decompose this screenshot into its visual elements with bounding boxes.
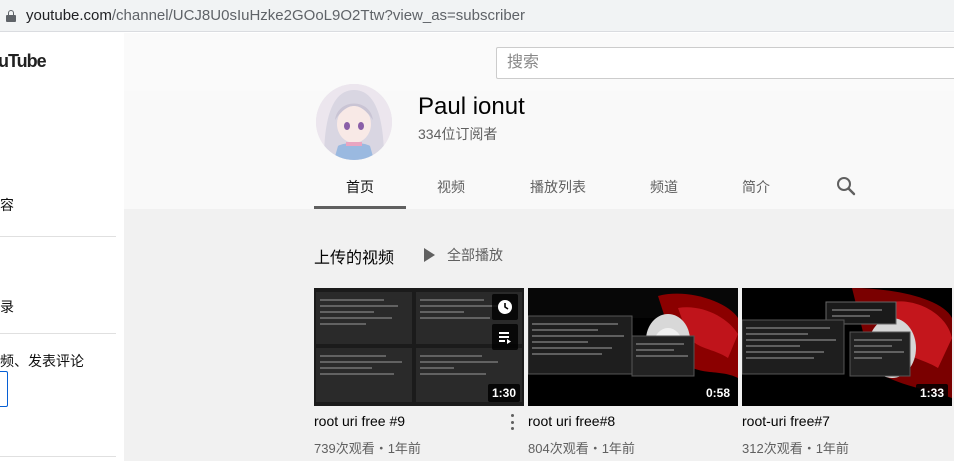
video-thumbnail[interactable]: 1:30 [314,288,524,406]
lock-icon [6,9,16,22]
video-meta: 739次观看・1年前 [314,441,421,456]
tab-channels[interactable]: 频道 [650,177,678,197]
sidebar-signin-text: 频、发表评论 [0,353,84,369]
video-thumbnail[interactable]: 1:33 [742,288,952,406]
video-meta: 312次观看・1年前 [742,441,849,456]
sidebar-divider [0,236,116,237]
video-title[interactable]: root uri free #9 [314,413,405,429]
section-title[interactable]: 上传的视频 [314,244,394,268]
video-thumbnail[interactable]: 0:58 [528,288,738,406]
play-all-button[interactable]: 全部播放 [424,245,503,265]
play-icon [424,248,435,262]
subscriber-count: 334位订阅者 [418,126,498,142]
tab-about[interactable]: 简介 [742,177,770,197]
video-meta: 804次观看・1年前 [528,441,635,456]
video-duration: 1:30 [487,384,520,402]
play-all-label: 全部播放 [447,247,503,263]
sidebar-item-1[interactable]: 录 [0,297,14,317]
url-host: youtube.com [26,7,112,24]
browser-url-bar[interactable]: youtube.com/channel/UCJ8U0sIuHzke2GOoL9O… [0,0,954,32]
sidebar-divider [0,456,116,457]
url-path: /channel/UCJ8U0sIuHzke2GOoL9O2Ttw?view_a… [111,7,525,24]
sidebar-signin-button[interactable] [0,371,8,407]
tab-videos[interactable]: 视频 [437,177,465,197]
sidebar-divider [0,333,116,334]
channel-avatar[interactable] [316,84,392,160]
tab-home[interactable]: 首页 [346,177,374,197]
video-title[interactable]: root uri free#8 [528,413,615,429]
video-duration: 1:33 [915,384,948,402]
video-title[interactable]: root-uri free#7 [742,413,830,429]
video-duration: 0:58 [701,384,734,402]
add-to-queue-icon[interactable] [492,324,518,350]
tab-playlists[interactable]: 播放列表 [530,177,586,197]
sidebar-item-0[interactable]: 容 [0,195,14,215]
watch-later-icon[interactable] [492,294,518,320]
url-text[interactable]: youtube.com/channel/UCJ8U0sIuHzke2GOoL9O… [26,7,525,24]
search-input[interactable]: 搜索 [496,47,954,79]
channel-name: Paul ionut [418,93,525,120]
more-vert-icon[interactable] [507,412,517,432]
youtube-logo[interactable]: uTube [0,51,47,72]
guide-sidebar: uTube 容 录 频、发表评论 [0,33,124,461]
search-icon[interactable] [836,176,856,196]
